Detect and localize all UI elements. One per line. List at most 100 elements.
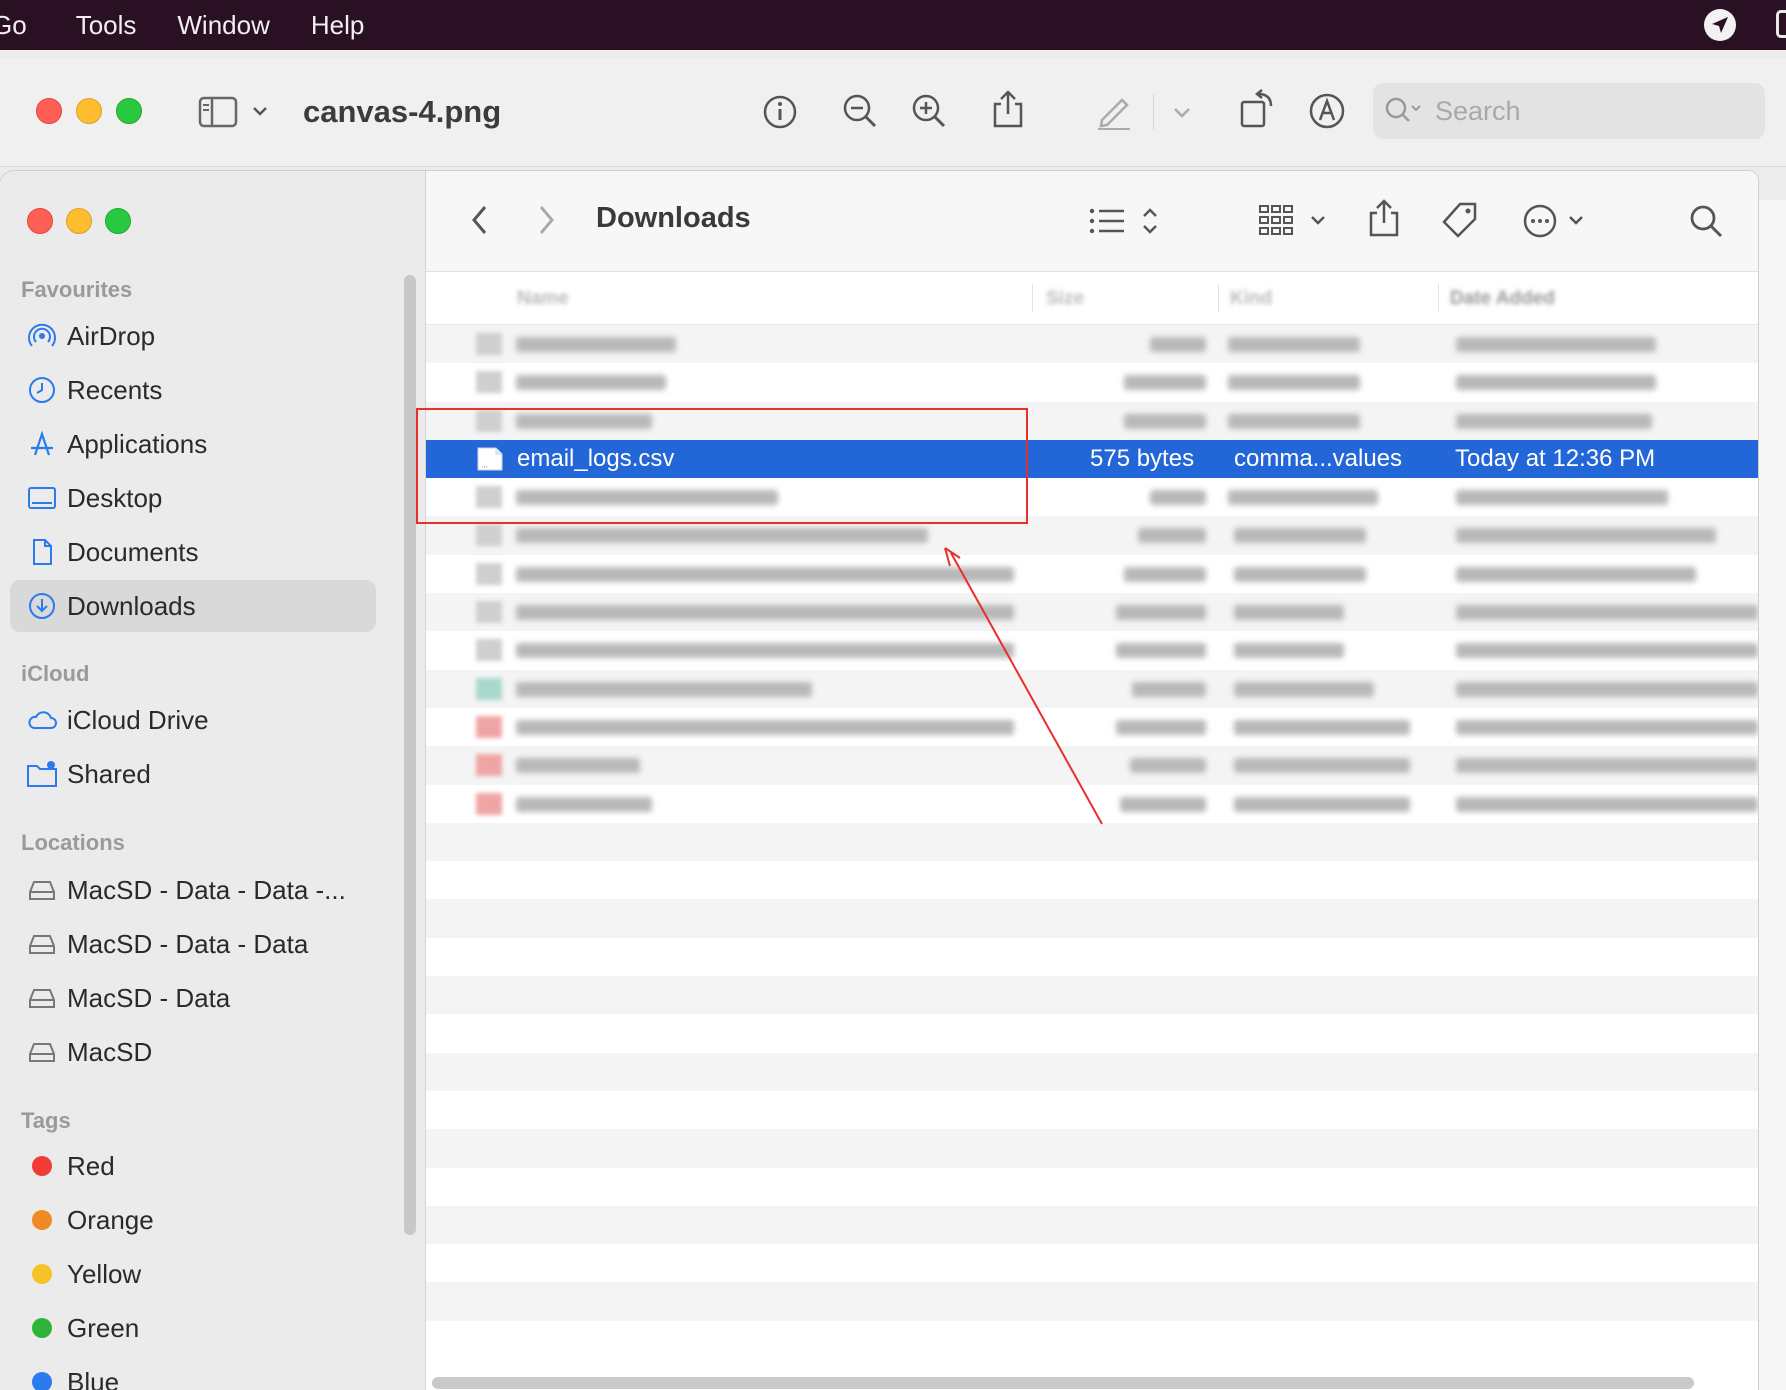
forward-icon[interactable] (534, 203, 558, 237)
finder-main: Downloads Name Size Kind Date Added ,,, … (426, 171, 1758, 1390)
sidebar-toggle-icon[interactable] (198, 94, 274, 130)
finder-share-icon[interactable] (1366, 197, 1402, 239)
file-row[interactable] (426, 555, 1758, 593)
empty-row (426, 899, 1758, 938)
empty-row (426, 1091, 1758, 1129)
tag-icon[interactable] (1440, 201, 1480, 241)
empty-row (426, 1052, 1758, 1091)
document-title: canvas-4.png (303, 94, 502, 129)
search-field[interactable]: Search (1373, 83, 1765, 139)
sidebar-item-desktop[interactable]: Desktop (10, 472, 376, 524)
finder-zoom-button[interactable] (105, 208, 131, 234)
menu-bar: Go Tools Window Help (0, 0, 1786, 50)
sidebar-item-location-2[interactable]: MacSD - Data - Data (10, 918, 376, 970)
finder-close-button[interactable] (27, 208, 53, 234)
group-icon[interactable] (1258, 203, 1338, 239)
sidebar-tag-blue[interactable]: Blue (10, 1356, 376, 1390)
file-row[interactable] (426, 669, 1758, 708)
zoom-button[interactable] (116, 98, 142, 124)
disk-icon (29, 1043, 55, 1062)
file-row[interactable] (426, 708, 1758, 746)
rotate-icon[interactable] (1238, 88, 1278, 130)
applications-icon (31, 430, 53, 456)
back-icon[interactable] (468, 203, 492, 237)
sidebar-scrollbar[interactable] (404, 275, 416, 1235)
preview-toolbar: canvas-4.png Search (0, 58, 1786, 167)
sidebar-item-downloads[interactable]: Downloads (10, 580, 376, 632)
chevron-down-icon[interactable] (1170, 102, 1194, 122)
empty-row (426, 1129, 1758, 1168)
share-icon[interactable] (990, 88, 1026, 130)
empty-row (426, 1205, 1758, 1245)
column-date-added[interactable]: Date Added (1450, 288, 1555, 310)
sidebar-item-airdrop[interactable]: AirDrop (10, 310, 376, 362)
info-icon[interactable] (762, 94, 798, 130)
empty-row (426, 976, 1758, 1015)
column-kind[interactable]: Kind (1230, 288, 1272, 310)
yellow-tag-dot-icon (32, 1264, 52, 1284)
menu-go[interactable]: Go (0, 10, 27, 41)
canvas-edge (1758, 200, 1786, 1390)
column-size[interactable]: Size (1046, 288, 1084, 310)
toolbar-divider (1153, 94, 1154, 130)
shared-folder-icon (27, 761, 57, 787)
sidebar-tag-red[interactable]: Red (10, 1140, 376, 1192)
menu-tools[interactable]: Tools (76, 10, 137, 41)
sidebar-item-shared[interactable]: Shared (10, 748, 376, 800)
sidebar-item-location-4[interactable]: MacSD (10, 1026, 376, 1078)
horizontal-scrollbar[interactable] (432, 1377, 1694, 1389)
markup-pen-icon[interactable] (1094, 90, 1134, 130)
empty-row (426, 1321, 1758, 1359)
sidebar-item-location-3[interactable]: MacSD - Data (10, 972, 376, 1024)
green-tag-dot-icon (32, 1318, 52, 1338)
finder-minimize-button[interactable] (66, 208, 92, 234)
file-row[interactable] (426, 746, 1758, 785)
column-name[interactable]: Name (517, 288, 569, 310)
cloud-icon (28, 711, 57, 729)
finder-sidebar: Favourites AirDrop Recents Applications (0, 171, 426, 1390)
zoom-out-icon[interactable] (841, 92, 879, 130)
file-kind: comma...values (1234, 444, 1403, 472)
sidebar-item-applications[interactable]: Applications (10, 418, 376, 470)
zoom-in-icon[interactable] (910, 92, 948, 130)
empty-row (426, 1244, 1758, 1282)
sidebar-section-icloud: iCloud (21, 661, 90, 686)
sidebar-tag-orange[interactable]: Orange (10, 1194, 376, 1246)
airdrop-icon (28, 323, 56, 347)
file-row[interactable] (426, 785, 1758, 823)
markup-toolbar-icon[interactable] (1308, 92, 1346, 130)
folder-title: Downloads (596, 202, 751, 234)
sidebar-item-documents[interactable]: Documents (10, 526, 376, 578)
disk-icon (29, 935, 55, 954)
orange-tag-dot-icon (32, 1210, 52, 1230)
more-actions-icon[interactable] (1522, 203, 1598, 239)
menu-help[interactable]: Help (311, 10, 364, 41)
red-tag-dot-icon (32, 1156, 52, 1176)
finder-window: Favourites AirDrop Recents Applications (0, 171, 1758, 1390)
control-center-icon[interactable] (1776, 10, 1786, 38)
file-row[interactable] (426, 631, 1758, 669)
sidebar-tag-yellow[interactable]: Yellow (10, 1248, 376, 1300)
document-icon (33, 539, 52, 565)
list-view-icon[interactable] (1086, 203, 1166, 239)
file-row[interactable] (426, 363, 1758, 401)
disk-icon (29, 881, 55, 900)
sidebar-item-location-1[interactable]: MacSD - Data - Data -... (10, 864, 376, 916)
desktop-icon (28, 487, 56, 509)
sidebar-tag-green[interactable]: Green (10, 1302, 376, 1354)
sidebar-item-icloud-drive[interactable]: iCloud Drive (10, 694, 376, 746)
location-services-icon[interactable] (1704, 9, 1736, 41)
disk-icon (29, 989, 55, 1008)
menu-window[interactable]: Window (177, 10, 269, 41)
minimize-button[interactable] (76, 98, 102, 124)
file-row[interactable] (426, 325, 1758, 364)
empty-row (426, 938, 1758, 976)
sidebar-item-recents[interactable]: Recents (10, 364, 376, 416)
close-button[interactable] (36, 98, 62, 124)
file-size: 575 bytes (1090, 444, 1195, 472)
search-icon (1385, 97, 1421, 122)
download-icon (29, 593, 55, 619)
column-headers: Name Size Kind Date Added (426, 272, 1758, 325)
file-row[interactable] (426, 593, 1758, 632)
finder-search-icon[interactable] (1688, 203, 1726, 241)
